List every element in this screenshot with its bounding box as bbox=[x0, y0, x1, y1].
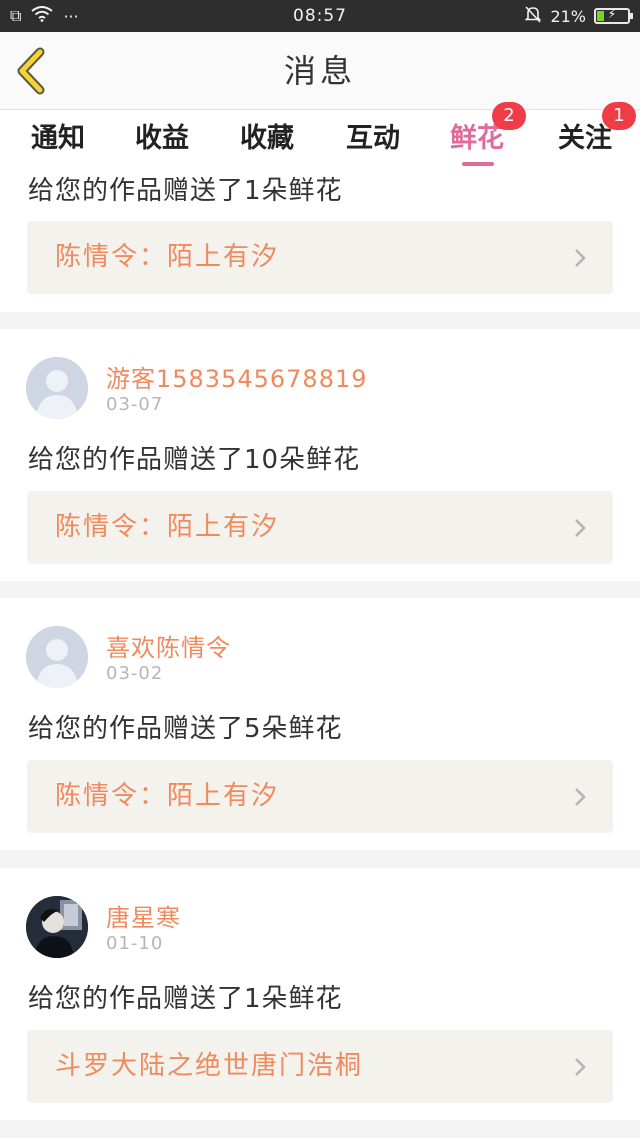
work-title: 陈情令：陌上有汐 bbox=[55, 242, 280, 272]
tab-label: 鲜花 bbox=[450, 123, 504, 154]
message-date: 03-07 bbox=[106, 394, 164, 415]
chevron-right-icon bbox=[575, 519, 586, 537]
default-user-icon bbox=[26, 626, 88, 688]
tab-label: 收藏 bbox=[240, 123, 294, 154]
page-title: 消息 bbox=[283, 52, 356, 90]
gift-message: 给您的作品赠送了10朵鲜花 bbox=[28, 445, 361, 475]
tab-interactions[interactable]: 互动 bbox=[328, 110, 418, 168]
gift-message: 给您的作品赠送了1朵鲜花 bbox=[28, 176, 343, 206]
list-item: 喜欢陈情令 03-02 给您的作品赠送了5朵鲜花 陈情令：陌上有汐 bbox=[0, 598, 640, 850]
tab-flowers[interactable]: 鲜花 2 bbox=[432, 102, 526, 168]
work-title: 斗罗大陆之绝世唐门浩桐 bbox=[55, 1051, 364, 1081]
gift-message: 给您的作品赠送了5朵鲜花 bbox=[28, 714, 343, 744]
work-title: 陈情令：陌上有汐 bbox=[55, 512, 280, 542]
flower-message-list[interactable]: 给您的作品赠送了1朵鲜花 陈情令：陌上有汐 游客1583545678819 03… bbox=[0, 168, 640, 1138]
charging-icon: ⚡ bbox=[607, 7, 617, 21]
work-link[interactable]: 陈情令：陌上有汐 bbox=[27, 491, 613, 564]
tab-label: 收益 bbox=[135, 123, 189, 154]
tab-favorites[interactable]: 收藏 bbox=[222, 110, 312, 168]
user-name[interactable]: 唐星寒 bbox=[106, 898, 181, 933]
tab-follows[interactable]: 关注 1 bbox=[540, 102, 636, 168]
nav-bar: 消息 bbox=[0, 32, 640, 110]
tab-badge: 2 bbox=[492, 102, 526, 130]
chevron-right-icon bbox=[575, 788, 586, 806]
tab-earnings[interactable]: 收益 bbox=[117, 110, 207, 168]
status-bar: ⧉ ··· 08:57 21% ⚡ bbox=[0, 0, 640, 32]
user-name[interactable]: 游客1583545678819 bbox=[106, 359, 368, 394]
default-user-icon bbox=[26, 357, 88, 419]
work-link[interactable]: 斗罗大陆之绝世唐门浩桐 bbox=[27, 1030, 613, 1103]
work-link[interactable]: 陈情令：陌上有汐 bbox=[27, 760, 613, 833]
list-item: 游客1583545678819 03-07 给您的作品赠送了10朵鲜花 陈情令：… bbox=[0, 329, 640, 581]
message-date: 03-02 bbox=[106, 663, 164, 684]
avatar[interactable] bbox=[26, 626, 88, 688]
chevron-right-icon bbox=[575, 249, 586, 267]
user-name[interactable]: 喜欢陈情令 bbox=[106, 628, 231, 663]
status-right: 21% ⚡ bbox=[524, 0, 633, 32]
tab-label: 关注 bbox=[558, 123, 612, 154]
work-link[interactable]: 陈情令：陌上有汐 bbox=[27, 221, 613, 294]
message-date: 01-10 bbox=[106, 933, 164, 954]
tab-label: 通知 bbox=[31, 123, 85, 154]
tab-badge: 1 bbox=[602, 102, 636, 130]
gift-message: 给您的作品赠送了1朵鲜花 bbox=[28, 984, 343, 1014]
list-item: 唐星寒 01-10 给您的作品赠送了1朵鲜花 斗罗大陆之绝世唐门浩桐 bbox=[0, 868, 640, 1120]
mute-bell-icon bbox=[524, 5, 542, 27]
work-title: 陈情令：陌上有汐 bbox=[55, 781, 280, 811]
chevron-right-icon bbox=[575, 1058, 586, 1076]
battery-icon: ⚡ bbox=[594, 7, 633, 24]
active-tab-indicator bbox=[462, 162, 494, 166]
tab-notifications[interactable]: 通知 bbox=[13, 110, 103, 168]
tab-bar: 通知 收益 收藏 互动 鲜花 2 关注 1 bbox=[0, 102, 640, 168]
user-photo-icon bbox=[26, 896, 88, 958]
battery-percent: 21% bbox=[550, 6, 586, 26]
list-item: 给您的作品赠送了1朵鲜花 陈情令：陌上有汐 bbox=[0, 168, 640, 312]
avatar[interactable] bbox=[26, 357, 88, 419]
tab-label: 互动 bbox=[346, 123, 400, 154]
avatar[interactable] bbox=[26, 896, 88, 958]
